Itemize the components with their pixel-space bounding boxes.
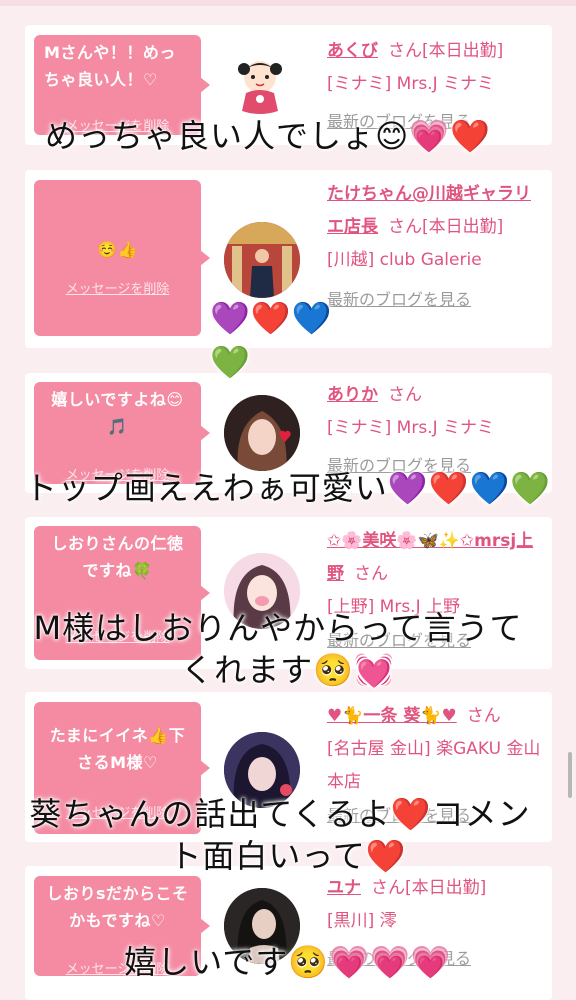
message-bubble: ☺️👍 メッセージを削除 [34, 180, 210, 336]
overlay-caption: M様はしおりんやからって言うて [33, 609, 523, 647]
overlay-caption: 葵ちゃんの話出てくるよ❤️コメン [29, 795, 531, 833]
shop-info: [ミナミ] Mrs.J ミナミ [327, 418, 495, 438]
overlay-caption-hearts: 💜❤️💙💚 [210, 299, 333, 381]
honorific-status: さん[本日出勤] [371, 878, 487, 898]
message-text: ☺️👍 [97, 240, 138, 259]
user-name-link[interactable]: ありか [327, 385, 378, 405]
message-text: Mさんや！！めっちゃ良い人！♡ [44, 43, 176, 89]
character-avatar-image [238, 61, 282, 114]
top-strip [0, 0, 576, 6]
profile-photo [224, 222, 300, 298]
overlay-caption: くれます🥺💓 [181, 651, 395, 689]
overlay-caption: トップ画ええわぁ可愛い💜❤️💙💚 [24, 469, 552, 507]
overlay-caption: ト面白いって❤️ [169, 837, 407, 875]
delete-message-link[interactable]: メッセージを削除 [34, 278, 201, 297]
overlay-caption: めっちゃ良い人でしょ😊💗❤️ [44, 117, 492, 155]
avatar[interactable] [224, 395, 300, 471]
user-name-link[interactable]: ♥🐈一条 葵🐈♥ [327, 706, 457, 726]
overlay-caption: 嬉しいです🥺💗💗💗 [124, 943, 452, 981]
message-text: たまにイイネ👍下さるM様♡ [49, 726, 186, 772]
user-name-link[interactable]: あくび [327, 41, 378, 61]
message-text: しおりsだからこそかもですね♡ [46, 884, 189, 930]
user-name-link[interactable]: ユナ [327, 878, 361, 898]
shop-info: [ミナミ] Mrs.J ミナミ [327, 74, 495, 94]
honorific-status: さん[本日出勤] [388, 41, 504, 61]
message-text: しおりさんの仁徳ですね🍀 [51, 534, 184, 580]
message-text: 嬉しいですよね😊🎵 [51, 390, 184, 436]
profile-photo [224, 395, 300, 471]
honorific-status: さん [354, 564, 388, 584]
scrollbar[interactable] [568, 752, 572, 798]
honorific-status: さん[本日出勤] [388, 217, 504, 237]
avatar[interactable] [224, 222, 300, 298]
shop-info: [名古屋 金山] 楽GAKU 金山本店 [327, 739, 541, 792]
honorific-status: さん [466, 706, 501, 726]
avatar[interactable] [222, 47, 298, 123]
shop-info: [黒川] 澪 [327, 911, 397, 931]
shop-info: [川越] club Galerie [327, 250, 482, 270]
honorific-status: さん [388, 385, 422, 405]
